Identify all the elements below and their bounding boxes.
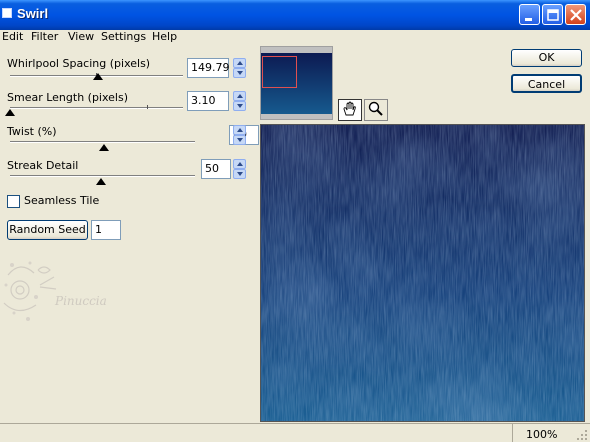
seamless-tile-checkbox[interactable] [7, 195, 20, 208]
resize-grip-icon[interactable] [576, 429, 588, 441]
spin-down-icon[interactable] [233, 68, 246, 78]
smear-length-spinner[interactable] [233, 91, 246, 111]
streak-detail-spinner[interactable] [233, 159, 246, 179]
close-button[interactable] [565, 4, 586, 25]
streak-detail-input[interactable]: 50 [201, 159, 231, 179]
menu-help[interactable]: Help [152, 30, 177, 43]
zoom-icon [368, 101, 383, 116]
random-seed-input[interactable]: 1 [91, 220, 121, 240]
streak-detail-thumb[interactable] [95, 178, 106, 185]
cancel-button[interactable]: Cancel [511, 74, 582, 93]
menu-filter[interactable]: Filter [31, 30, 58, 43]
smear-length-slider[interactable] [10, 107, 183, 109]
close-icon [570, 9, 582, 21]
menu-edit[interactable]: Edit [2, 30, 23, 43]
spin-up-icon[interactable] [233, 58, 246, 68]
window-title: Swirl [17, 6, 49, 21]
watermark-text: Pinuccia [55, 294, 107, 308]
zoom-tool-button[interactable] [364, 99, 388, 121]
title-bar: Swirl [0, 0, 590, 30]
random-seed-button[interactable]: Random Seed [7, 220, 88, 240]
spin-down-icon[interactable] [233, 169, 246, 179]
spin-up-icon[interactable] [233, 91, 246, 101]
seamless-tile-label[interactable]: Seamless Tile [24, 194, 99, 207]
spin-down-icon[interactable] [233, 135, 246, 145]
smear-length-input[interactable]: 3.10 [187, 91, 229, 111]
whirlpool-spacing-label: Whirlpool Spacing (pixels) [7, 57, 151, 70]
smear-length-label: Smear Length (pixels) [7, 91, 129, 104]
menu-bar: Edit Filter View Settings Help [0, 28, 590, 45]
navigator-viewport-rect[interactable] [262, 56, 297, 88]
twist-slider[interactable] [10, 141, 195, 143]
status-bar: 100% [0, 423, 590, 442]
twist-spinner[interactable] [233, 125, 246, 145]
ok-button[interactable]: OK [511, 49, 582, 67]
spin-up-icon[interactable] [233, 159, 246, 169]
slider-tick [147, 105, 148, 109]
whirlpool-spacing-input[interactable]: 149.79 [187, 58, 230, 78]
maximize-icon [547, 9, 559, 21]
app-icon [2, 8, 12, 18]
menu-settings[interactable]: Settings [101, 30, 146, 43]
minimize-button[interactable] [519, 4, 540, 25]
zoom-level: 100% [526, 428, 558, 441]
spin-down-icon[interactable] [233, 101, 246, 111]
minimize-icon [525, 18, 532, 21]
streak-detail-label: Streak Detail [7, 159, 79, 172]
hand-icon [343, 101, 356, 116]
whirlpool-spacing-spinner[interactable] [233, 58, 246, 78]
preview-image [261, 125, 584, 421]
maximize-button[interactable] [542, 4, 563, 25]
hand-tool-button[interactable] [338, 99, 362, 121]
spin-up-icon[interactable] [233, 125, 246, 135]
menu-view[interactable]: View [68, 30, 94, 43]
twist-label: Twist (%) [7, 125, 57, 138]
streak-detail-slider[interactable] [10, 175, 195, 177]
preview-canvas[interactable] [260, 124, 585, 422]
whirlpool-spacing-thumb[interactable] [93, 73, 104, 80]
twist-thumb[interactable] [99, 144, 110, 151]
smear-length-thumb[interactable] [5, 109, 15, 116]
